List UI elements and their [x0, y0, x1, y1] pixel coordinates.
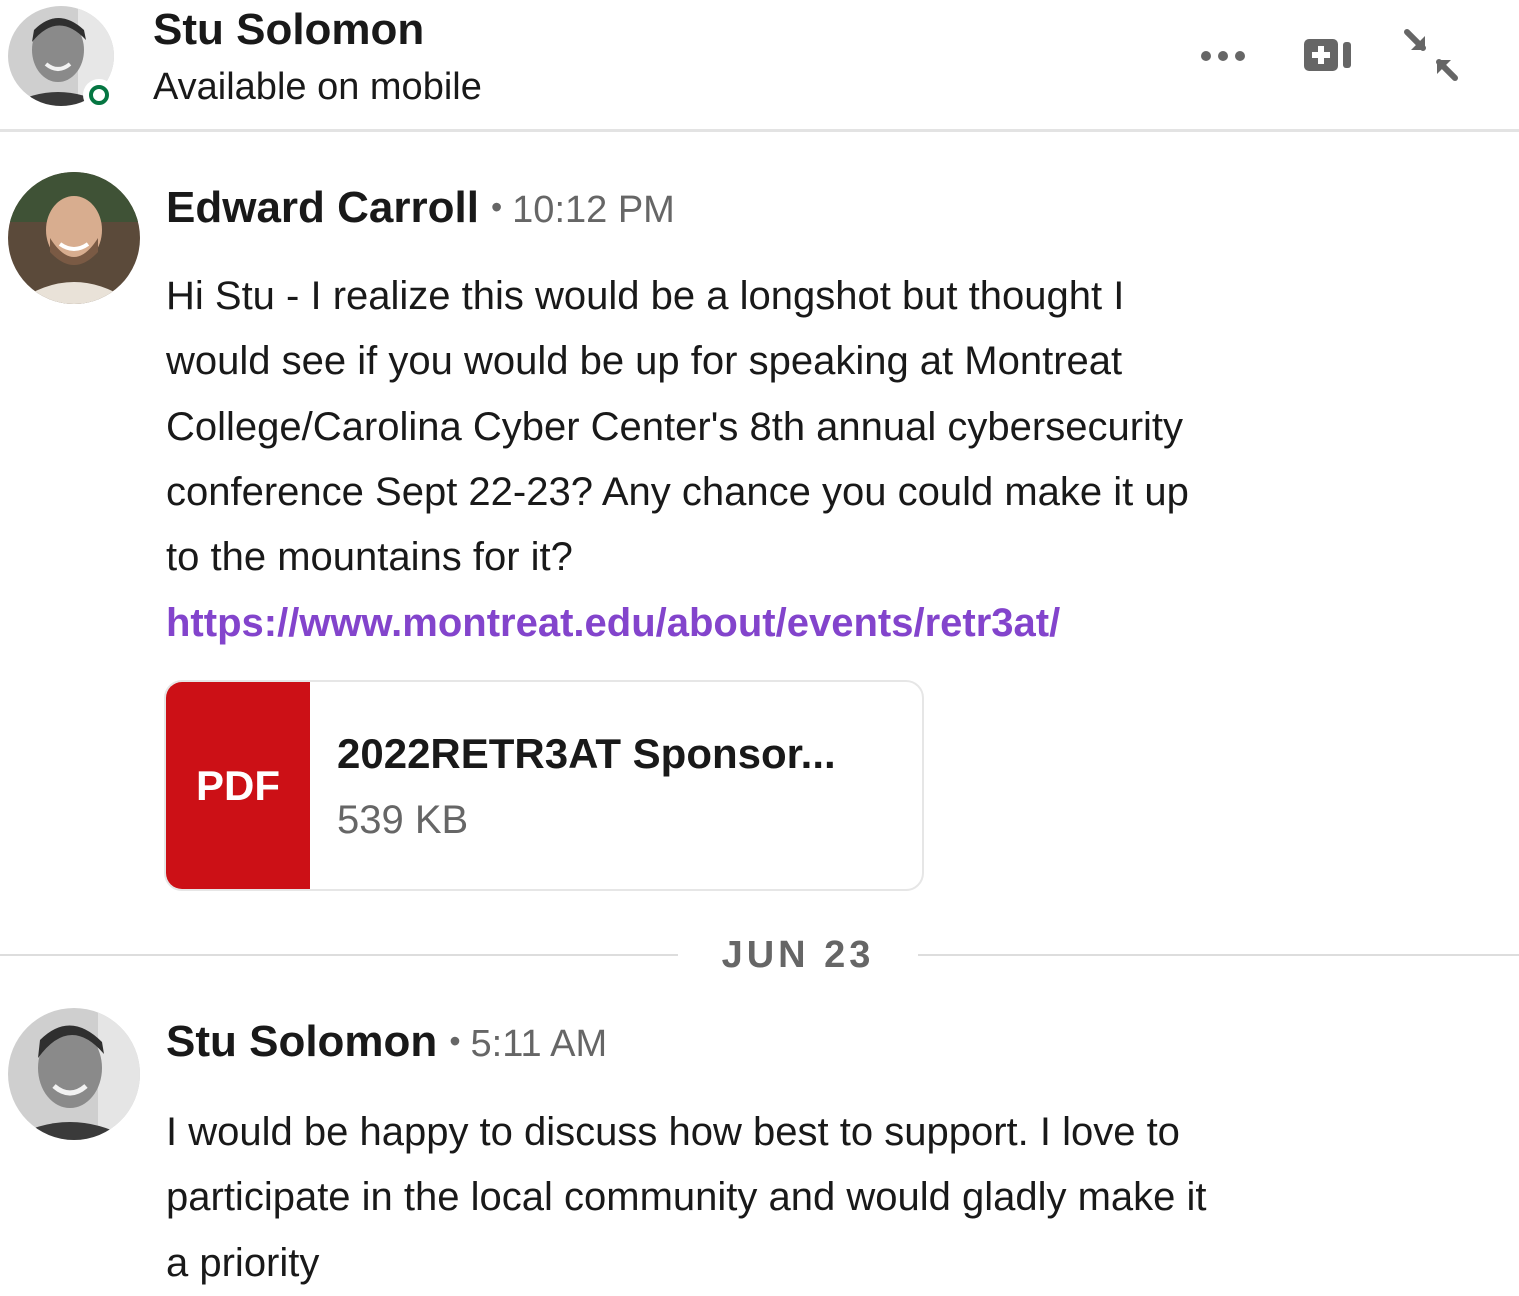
- date-divider-label: JUN 23: [721, 934, 875, 976]
- video-call-button[interactable]: [1298, 30, 1358, 80]
- stu-avatar-image: [8, 1008, 140, 1140]
- divider-line: [0, 954, 678, 956]
- message-link[interactable]: https://www.montreat.edu/about/events/re…: [166, 596, 1060, 650]
- collapse-button[interactable]: [1400, 26, 1462, 84]
- file-size: 539 KB: [337, 798, 469, 842]
- more-icon: [1201, 51, 1245, 61]
- separator-dot: •: [490, 189, 503, 225]
- conversation-title[interactable]: Stu Solomon: [153, 6, 424, 54]
- edward-avatar-image: [8, 172, 140, 304]
- message-sender: Stu Solomon • 5:11 AM: [166, 1016, 607, 1069]
- online-presence-indicator: [83, 79, 115, 111]
- pdf-file-icon: PDF: [166, 682, 310, 889]
- avatar[interactable]: [8, 172, 140, 304]
- message-body: Hi Stu - I realize this would be a longs…: [166, 274, 1189, 580]
- presence-status: Available on mobile: [153, 66, 482, 108]
- message-body: I would be happy to discuss how best to …: [166, 1110, 1207, 1285]
- video-call-icon: [1304, 39, 1351, 71]
- more-options-button[interactable]: [1192, 36, 1254, 76]
- file-type-label: PDF: [196, 761, 280, 809]
- message-timestamp: 5:11 AM: [470, 1023, 608, 1065]
- sender-name[interactable]: Edward Carroll: [166, 183, 479, 232]
- message-sender: Edward Carroll • 10:12 PM: [166, 182, 675, 235]
- separator-dot: •: [449, 1023, 461, 1059]
- divider-line: [918, 954, 1519, 956]
- avatar[interactable]: [8, 1008, 140, 1140]
- conversation-header: Stu Solomon Available on mobile: [0, 0, 1519, 132]
- message-timestamp: 10:12 PM: [512, 189, 675, 231]
- sender-name[interactable]: Stu Solomon: [166, 1017, 437, 1066]
- collapse-icon: [1404, 29, 1458, 81]
- file-name: 2022RETR3AT Sponsor...: [337, 730, 836, 777]
- file-attachment[interactable]: PDF 2022RETR3AT Sponsor... 539 KB: [164, 680, 924, 891]
- date-divider: JUN 23: [0, 930, 1519, 980]
